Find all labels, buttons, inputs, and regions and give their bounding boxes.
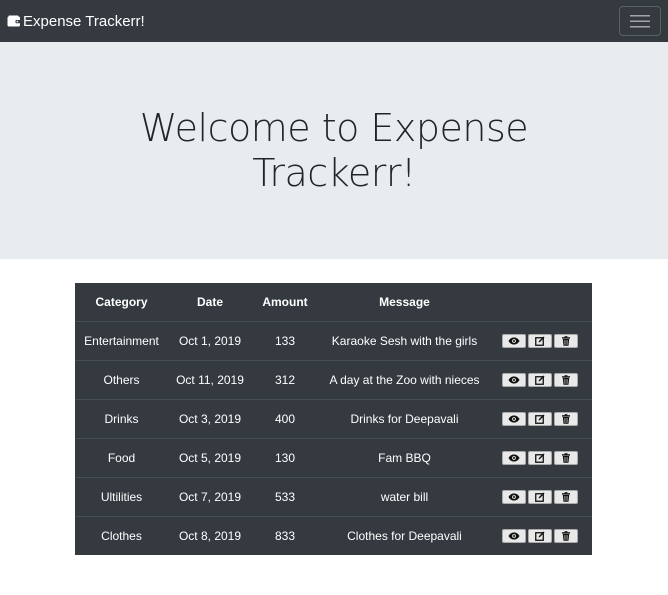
cell-amount: 133 (252, 320, 318, 360)
cell-date: Oct 11, 2019 (168, 359, 252, 399)
eye-icon (508, 415, 520, 423)
edit-icon (535, 453, 545, 463)
cell-amount: 533 (252, 476, 318, 516)
cell-date: Oct 1, 2019 (168, 320, 252, 360)
cell-message: A day at the Zoo with nieces (318, 359, 491, 399)
edit-icon (535, 492, 545, 502)
expense-table-container: Category Date Amount Message Entertainme… (75, 283, 592, 555)
trash-icon (561, 374, 571, 385)
edit-button[interactable] (528, 411, 552, 426)
table-row: Clothes Oct 8, 2019 833 Clothes for Deep… (75, 515, 592, 555)
cell-message: Drinks for Deepavali (318, 398, 491, 438)
row-actions (491, 450, 592, 465)
cell-category: Food (75, 437, 168, 477)
table-header-row: Category Date Amount Message (75, 283, 592, 321)
delete-button[interactable] (554, 489, 578, 504)
edit-icon (535, 336, 545, 346)
header-actions (491, 283, 592, 321)
table-body: Entertainment Oct 1, 2019 133 Karaoke Se… (75, 320, 592, 555)
cell-category: Others (75, 359, 168, 399)
cell-message: Fam BBQ (318, 437, 491, 477)
row-actions (491, 489, 592, 504)
view-button[interactable] (502, 411, 526, 426)
eye-icon (508, 493, 520, 501)
cell-category: Drinks (75, 398, 168, 438)
cell-amount: 400 (252, 398, 318, 438)
table-row: Food Oct 5, 2019 130 Fam BBQ (75, 437, 592, 477)
cell-message: water bill (318, 476, 491, 516)
header-message: Message (379, 294, 430, 309)
header-amount: Amount (262, 294, 308, 309)
cell-date: Oct 8, 2019 (168, 515, 252, 555)
cell-amount: 130 (252, 437, 318, 477)
edit-button[interactable] (528, 450, 552, 465)
trash-icon (561, 452, 571, 463)
navbar-brand[interactable]: Expense Trackerr! (7, 14, 145, 29)
row-actions (491, 372, 592, 387)
edit-icon (535, 414, 545, 424)
cell-amount: 312 (252, 359, 318, 399)
view-button[interactable] (502, 489, 526, 504)
table-row: Ultilities Oct 7, 2019 533 water bill (75, 476, 592, 516)
cell-date: Oct 7, 2019 (168, 476, 252, 516)
table-row: Entertainment Oct 1, 2019 133 Karaoke Se… (75, 320, 592, 360)
jumbotron: Welcome to Expense Trackerr! (0, 42, 668, 259)
header-category: Category (95, 294, 148, 309)
trash-icon (561, 491, 571, 502)
cell-amount: 833 (252, 515, 318, 555)
cell-actions (491, 320, 592, 360)
wallet-icon (7, 15, 21, 27)
cell-date: Oct 5, 2019 (168, 437, 252, 477)
trash-icon (561, 413, 571, 424)
delete-button[interactable] (554, 372, 578, 387)
edit-icon (535, 531, 545, 541)
view-button[interactable] (502, 450, 526, 465)
cell-actions (491, 437, 592, 477)
row-actions (491, 333, 592, 348)
edit-button[interactable] (528, 333, 552, 348)
delete-button[interactable] (554, 450, 578, 465)
trash-icon (561, 335, 571, 346)
trash-icon (561, 530, 571, 541)
cell-category: Entertainment (75, 320, 168, 360)
eye-icon (508, 532, 520, 540)
edit-icon (535, 375, 545, 385)
cell-actions (491, 398, 592, 438)
cell-message: Karaoke Sesh with the girls (318, 320, 491, 360)
cell-actions (491, 359, 592, 399)
eye-icon (508, 376, 520, 384)
delete-button[interactable] (554, 528, 578, 543)
header-date: Date (196, 294, 223, 309)
cell-message: Clothes for Deepavali (318, 515, 491, 555)
page-title: Welcome to Expense Trackerr! (139, 105, 529, 195)
edit-button[interactable] (528, 372, 552, 387)
navbar-toggler-button[interactable] (619, 6, 661, 36)
expense-table: Category Date Amount Message Entertainme… (75, 283, 592, 555)
view-button[interactable] (502, 333, 526, 348)
cell-actions (491, 515, 592, 555)
table-row: Others Oct 11, 2019 312 A day at the Zoo… (75, 359, 592, 399)
view-button[interactable] (502, 528, 526, 543)
row-actions (491, 528, 592, 543)
cell-actions (491, 476, 592, 516)
table-row: Drinks Oct 3, 2019 400 Drinks for Deepav… (75, 398, 592, 438)
cell-category: Ultilities (75, 476, 168, 516)
cell-category: Clothes (75, 515, 168, 555)
edit-button[interactable] (528, 489, 552, 504)
cell-date: Oct 3, 2019 (168, 398, 252, 438)
eye-icon (508, 337, 520, 345)
hamburger-icon (630, 13, 650, 29)
delete-button[interactable] (554, 411, 578, 426)
edit-button[interactable] (528, 528, 552, 543)
delete-button[interactable] (554, 333, 578, 348)
eye-icon (508, 454, 520, 462)
navbar: Expense Trackerr! (0, 0, 668, 42)
view-button[interactable] (502, 372, 526, 387)
brand-label: Expense Trackerr! (23, 12, 145, 30)
row-actions (491, 411, 592, 426)
